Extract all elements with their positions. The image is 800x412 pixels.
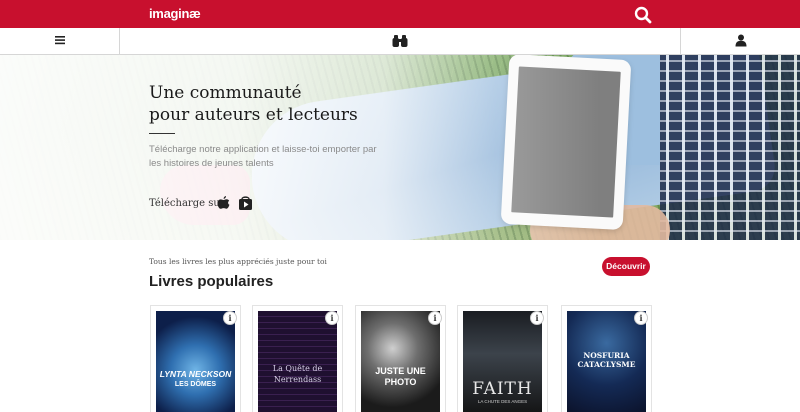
book-card[interactable]: JUSTE UNE PHOTO i — [355, 305, 446, 412]
hero-banner — [0, 55, 800, 240]
book-cover[interactable]: JUSTE UNE PHOTO — [361, 311, 440, 412]
nav-bar — [0, 28, 800, 55]
user-account-button[interactable] — [680, 28, 800, 54]
book-cover[interactable]: NOSFURIA CATACLYSME — [567, 311, 646, 412]
hero-subtitle: Télécharge notre application et laisse-t… — [149, 144, 377, 169]
book-cover[interactable]: FAITH LA CHUTE DES ANGES — [463, 311, 542, 412]
book-cover-title: La Quête de Nerrendass — [272, 364, 323, 384]
user-icon — [735, 34, 747, 47]
hero-fade-overlay — [0, 55, 800, 240]
book-info-button[interactable]: i — [530, 311, 544, 325]
hero-divider — [149, 133, 175, 134]
site-logo[interactable]: imaginæ — [149, 6, 201, 21]
book-cover[interactable]: LYNTA NECKSON LES DÔMES — [156, 311, 235, 412]
book-cover-title: JUSTE UNE PHOTO — [375, 366, 426, 387]
book-info-button[interactable]: i — [223, 311, 237, 325]
explore-button[interactable] — [120, 28, 680, 54]
book-info-button[interactable]: i — [325, 311, 339, 325]
section-subtitle: Tous les livres les plus appréciés juste… — [149, 257, 327, 266]
book-info-button[interactable]: i — [428, 311, 442, 325]
book-cover-subtitle: LES DÔMES — [174, 381, 217, 388]
discover-button[interactable]: Découvrir — [602, 257, 650, 276]
hamburger-menu-icon — [55, 36, 65, 45]
book-cover[interactable]: La Quête de Nerrendass — [258, 311, 337, 412]
google-play-icon[interactable] — [238, 195, 253, 216]
section-title: Livres populaires — [149, 273, 274, 290]
book-cover-title: NOSFURIA CATACLYSME — [577, 351, 636, 369]
book-info-button[interactable]: i — [634, 311, 648, 325]
binoculars-icon — [392, 35, 408, 47]
book-card[interactable]: LYNTA NECKSON LES DÔMES i — [150, 305, 241, 412]
book-cover-title: FAITH — [472, 379, 533, 399]
book-cover-title: LYNTA NECKSON — [159, 369, 232, 379]
search-icon[interactable] — [633, 5, 653, 25]
book-card[interactable]: FAITH LA CHUTE DES ANGES i — [457, 305, 548, 412]
book-card[interactable]: NOSFURIA CATACLYSME i — [561, 305, 652, 412]
book-card[interactable]: La Quête de Nerrendass i — [252, 305, 343, 412]
top-bar: imaginæ — [0, 0, 800, 28]
menu-button[interactable] — [0, 28, 120, 54]
download-label: Télécharge sur — [149, 198, 225, 209]
hero-title: Une communauté pour auteurs et lecteurs — [149, 83, 358, 125]
book-cover-subtitle: LA CHUTE DES ANGES — [477, 399, 528, 404]
apple-store-icon[interactable] — [217, 195, 230, 216]
